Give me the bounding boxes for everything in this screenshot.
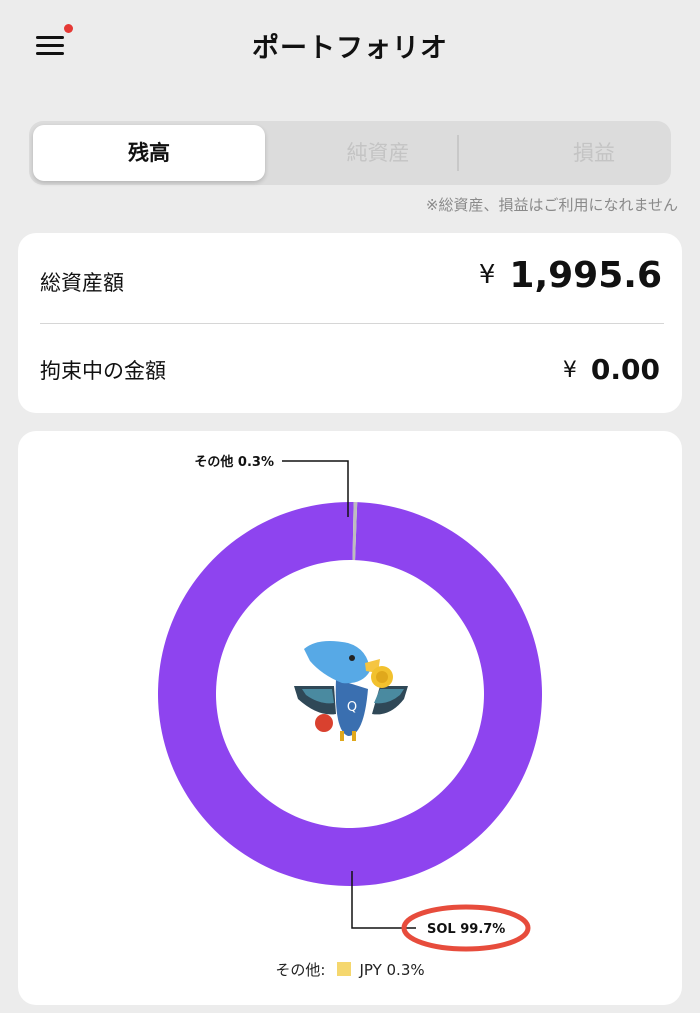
tab-balance[interactable]: 残高	[33, 125, 265, 181]
bird-mascot-icon: Q	[294, 641, 408, 741]
legend-prefix: その他:	[275, 961, 326, 979]
header: ポートフォリオ	[0, 0, 700, 95]
chart-card: その他 0.3% SOL 99.7% Q その他: JPY 0.3%	[18, 431, 682, 1005]
legend-swatch-jpy	[337, 962, 352, 976]
portfolio-screen: ポートフォリオ 残高 純資産 損益 ※総資産、損益はご利用になれません 総資産額…	[0, 0, 700, 1013]
slice-label-sol: SOL 99.7%	[427, 922, 505, 937]
allocation-donut-chart: その他 0.3% SOL 99.7% Q	[158, 454, 543, 952]
balance-card: 総資産額 ¥1,995.6 拘束中の金額 ¥0.00	[18, 233, 682, 413]
locked-currency: ¥	[562, 358, 577, 383]
locked-amount-label: 拘束中の金額	[40, 359, 166, 383]
tab-divider	[457, 135, 459, 171]
tab-profit-loss[interactable]: 損益	[489, 125, 699, 181]
total-assets-value: ¥1,995.6	[479, 255, 662, 296]
svg-text:Q: Q	[347, 700, 357, 715]
tabs-notice: ※総資産、損益はご利用になれません	[425, 196, 678, 214]
locked-amount-value: ¥0.00	[563, 353, 660, 386]
total-currency: ¥	[478, 260, 496, 290]
slice-label-other: その他 0.3%	[194, 454, 274, 470]
tab-net-assets[interactable]: 純資産	[269, 125, 487, 181]
locked-amount: 0.00	[590, 353, 660, 386]
total-assets-label: 総資産額	[40, 271, 124, 295]
card-divider	[40, 323, 664, 324]
page-title: ポートフォリオ	[252, 33, 448, 64]
total-amount: 1,995.6	[509, 255, 662, 296]
tab-bar: 残高 純資産 損益	[29, 121, 671, 185]
chart-legend: その他: JPY 0.3%	[18, 959, 682, 980]
legend-item-jpy: JPY 0.3%	[359, 961, 425, 979]
